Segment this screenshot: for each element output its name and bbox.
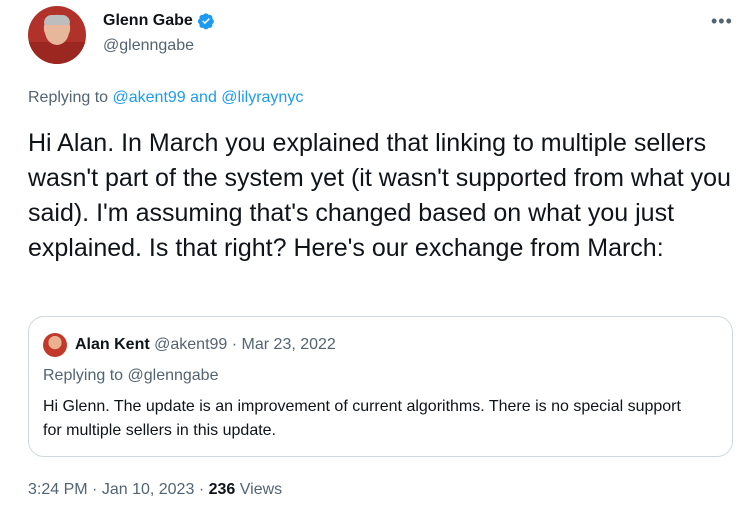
meta-separator: · <box>92 481 98 498</box>
quoted-author-avatar <box>43 333 67 357</box>
quoted-tweet-text: Hi Glenn. The update is an improvement o… <box>43 398 681 439</box>
quoted-separator: · <box>231 336 238 353</box>
mention-link-akent99[interactable]: @akent99 <box>113 89 186 106</box>
replying-prefix: Replying to <box>28 89 109 106</box>
replying-to: Replying to @akent99 and @lilyraynyc <box>28 89 303 107</box>
more-horizontal-icon[interactable]: ••• <box>711 12 733 30</box>
author-avatar[interactable] <box>28 6 86 64</box>
tweet-time[interactable]: 3:24 PM <box>28 481 88 498</box>
verified-badge-icon <box>197 13 214 30</box>
quoted-date: Mar 23, 2022 <box>241 336 336 353</box>
tweet-text: Hi Alan. In March you explained that lin… <box>28 129 731 262</box>
views-label[interactable]: Views <box>240 481 282 498</box>
tweet-date[interactable]: Jan 10, 2023 <box>102 481 195 498</box>
quoted-author-handle: @akent99 <box>154 336 228 353</box>
meta-separator-2: · <box>198 481 205 498</box>
quoted-author-name: Alan Kent <box>75 336 150 353</box>
author-handle[interactable]: @glenngabe <box>103 37 194 55</box>
quoted-replying-to: Replying to @glenngabe <box>43 367 219 384</box>
mention-link-lilyraynyc[interactable]: @lilyraynyc <box>221 89 303 106</box>
author-display-name[interactable]: Glenn Gabe <box>103 12 193 30</box>
views-count[interactable]: 236 <box>209 481 236 498</box>
quoted-tweet-header: Alan Kent @akent99 · Mar 23, 2022 <box>75 336 336 354</box>
tweet-meta: 3:24 PM · Jan 10, 2023 · 236 Views <box>28 481 282 499</box>
mention-conjunction[interactable]: and <box>190 89 217 106</box>
author-name-row: Glenn Gabe <box>103 12 215 30</box>
quoted-tweet[interactable]: Alan Kent @akent99 · Mar 23, 2022 Replyi… <box>28 316 733 457</box>
